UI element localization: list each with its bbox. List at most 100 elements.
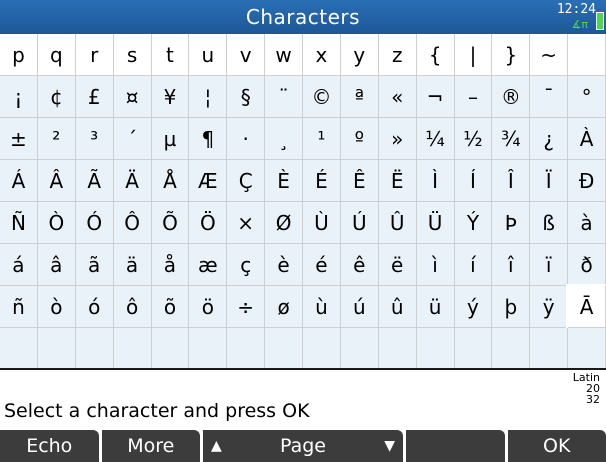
character-cell[interactable]: í xyxy=(454,244,493,286)
character-cell[interactable]: – xyxy=(454,76,493,118)
character-cell[interactable]: Æ xyxy=(189,160,228,202)
character-cell[interactable]: ° xyxy=(568,76,606,118)
character-cell[interactable]: ¾ xyxy=(492,118,531,160)
character-cell[interactable]: ü xyxy=(416,286,455,328)
character-cell[interactable]: Õ xyxy=(151,202,190,244)
character-cell[interactable]: ú xyxy=(340,286,379,328)
empty-softkey[interactable] xyxy=(406,430,505,462)
character-cell[interactable]: Ä xyxy=(113,160,152,202)
character-cell[interactable]: ì xyxy=(416,244,455,286)
character-cell[interactable]: î xyxy=(492,244,531,286)
character-cell[interactable]: ý xyxy=(454,286,493,328)
character-cell[interactable]: ë xyxy=(378,244,417,286)
character-cell[interactable]: ò xyxy=(37,286,76,328)
character-cell[interactable]: õ xyxy=(151,286,190,328)
character-cell[interactable]: ª xyxy=(340,76,379,118)
character-cell[interactable]: â xyxy=(37,244,76,286)
character-cell[interactable]: Ø xyxy=(265,202,303,244)
character-cell[interactable]: ä xyxy=(113,244,152,286)
character-cell[interactable]: ½ xyxy=(454,118,493,160)
character-cell[interactable]: q xyxy=(37,34,76,76)
character-cell[interactable]: ó xyxy=(75,286,114,328)
character-cell[interactable] xyxy=(303,328,341,368)
character-cell[interactable]: è xyxy=(265,244,303,286)
character-cell[interactable]: º xyxy=(340,118,379,160)
character-cell[interactable]: Ö xyxy=(189,202,228,244)
character-cell[interactable]: § xyxy=(227,76,266,118)
character-cell[interactable] xyxy=(568,328,606,368)
character-cell[interactable] xyxy=(227,328,266,368)
echo-button[interactable]: Echo xyxy=(0,430,99,462)
character-cell[interactable]: y xyxy=(340,34,379,76)
character-cell[interactable]: É xyxy=(303,160,341,202)
character-cell[interactable]: æ xyxy=(189,244,228,286)
character-cell[interactable]: Ì xyxy=(416,160,455,202)
character-cell[interactable]: « xyxy=(378,76,417,118)
character-cell[interactable]: Ā xyxy=(566,284,606,330)
character-cell[interactable]: Ê xyxy=(340,160,379,202)
character-cell[interactable] xyxy=(151,328,190,368)
character-cell[interactable]: × xyxy=(227,202,266,244)
character-cell[interactable]: ç xyxy=(227,244,266,286)
character-cell[interactable]: ù xyxy=(303,286,341,328)
character-cell[interactable]: ß xyxy=(530,202,569,244)
character-cell[interactable]: þ xyxy=(492,286,531,328)
character-cell[interactable]: Ï xyxy=(530,160,569,202)
character-cell[interactable] xyxy=(378,328,417,368)
character-cell[interactable]: ~ xyxy=(530,34,569,76)
character-cell[interactable]: s xyxy=(113,34,152,76)
character-cell[interactable]: ³ xyxy=(75,118,114,160)
character-cell[interactable]: z xyxy=(378,34,417,76)
character-cell[interactable]: Ç xyxy=(227,160,266,202)
character-cell[interactable]: ® xyxy=(492,76,531,118)
character-cell[interactable] xyxy=(113,328,152,368)
character-cell[interactable]: ã xyxy=(75,244,114,286)
character-cell[interactable] xyxy=(568,34,606,76)
character-cell[interactable]: | xyxy=(454,34,493,76)
character-cell[interactable]: Í xyxy=(454,160,493,202)
character-cell[interactable]: Á xyxy=(0,160,38,202)
character-cell[interactable]: t xyxy=(151,34,190,76)
character-cell[interactable]: Ý xyxy=(454,202,493,244)
character-cell[interactable]: p xyxy=(0,34,38,76)
character-cell[interactable] xyxy=(189,328,228,368)
character-cell[interactable]: ¼ xyxy=(416,118,455,160)
character-cell[interactable] xyxy=(416,328,455,368)
character-cell[interactable]: r xyxy=(75,34,114,76)
character-cell[interactable]: Î xyxy=(492,160,531,202)
character-cell[interactable]: ê xyxy=(340,244,379,286)
character-cell[interactable]: ÿ xyxy=(530,286,569,328)
character-cell[interactable]: ¯ xyxy=(530,76,569,118)
character-cell[interactable] xyxy=(37,328,76,368)
character-cell[interactable] xyxy=(75,328,114,368)
character-cell[interactable] xyxy=(454,328,493,368)
character-cell[interactable]: ô xyxy=(113,286,152,328)
character-cell[interactable]: ¡ xyxy=(0,76,38,118)
character-cell[interactable]: ð xyxy=(568,244,606,286)
character-cell[interactable]: Ó xyxy=(75,202,114,244)
character-cell[interactable]: © xyxy=(303,76,341,118)
character-cell[interactable]: » xyxy=(378,118,417,160)
character-cell[interactable]: £ xyxy=(75,76,114,118)
character-cell[interactable]: Ë xyxy=(378,160,417,202)
character-cell[interactable]: å xyxy=(151,244,190,286)
character-cell[interactable]: ¸ xyxy=(265,118,303,160)
character-cell[interactable]: Ü xyxy=(416,202,455,244)
character-cell[interactable] xyxy=(340,328,379,368)
character-cell[interactable]: ø xyxy=(265,286,303,328)
character-cell[interactable]: ¹ xyxy=(303,118,341,160)
character-cell[interactable]: ÷ xyxy=(227,286,266,328)
character-cell[interactable] xyxy=(0,328,38,368)
character-cell[interactable]: Ò xyxy=(37,202,76,244)
character-cell[interactable]: ¦ xyxy=(189,76,228,118)
character-cell[interactable]: Ú xyxy=(340,202,379,244)
character-cell[interactable] xyxy=(265,328,303,368)
character-cell[interactable]: Û xyxy=(378,202,417,244)
character-cell[interactable]: Þ xyxy=(492,202,531,244)
character-cell[interactable]: v xyxy=(227,34,266,76)
character-cell[interactable]: } xyxy=(492,34,531,76)
page-button[interactable]: ▲ Page ▼ xyxy=(203,430,403,462)
character-cell[interactable]: ¨ xyxy=(265,76,303,118)
character-cell[interactable]: Å xyxy=(151,160,190,202)
character-cell[interactable]: { xyxy=(416,34,455,76)
